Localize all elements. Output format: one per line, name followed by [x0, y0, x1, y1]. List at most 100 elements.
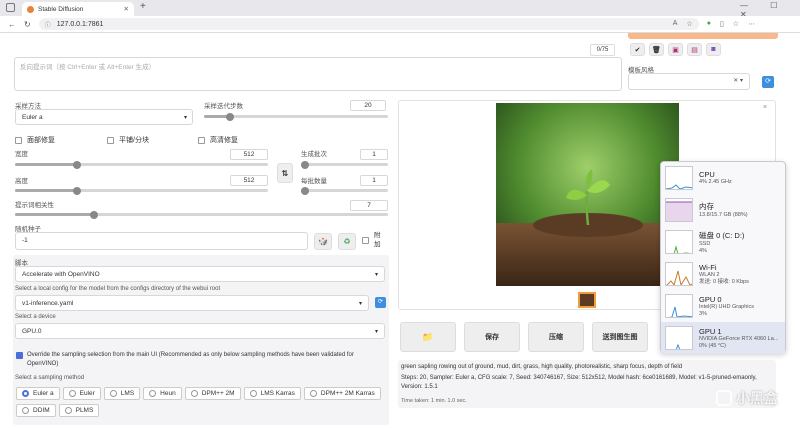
collections-icon[interactable]: ☆ — [733, 20, 739, 28]
new-tab-icon[interactable]: + — [140, 1, 146, 12]
negative-prompt-input[interactable]: 反向提示词（按 Ctrl+Enter 或 Alt+Enter 生成） — [14, 57, 622, 91]
reload-icon[interactable]: ↻ — [24, 20, 31, 29]
radio-euler-a[interactable]: Euler a — [16, 387, 60, 400]
address-bar-actions[interactable]: A ☆ — [673, 20, 693, 28]
clipboard-icon[interactable]: ▣ — [668, 43, 683, 56]
tm-gpu0[interactable]: GPU 0 Intel(R) UHD Graphics 3% — [661, 290, 785, 322]
check-hires[interactable]: 高清修复 — [198, 135, 238, 145]
back-icon[interactable]: ← — [8, 20, 16, 29]
tm-title: Wi-Fi — [699, 262, 717, 272]
memory-graph — [665, 198, 693, 222]
checkbox[interactable] — [362, 236, 369, 244]
seed-input[interactable]: -1 — [15, 232, 308, 250]
trash-icon[interactable]: 🗑 — [649, 43, 664, 56]
send-to-img2img-button[interactable]: 送到图生图 — [592, 322, 648, 352]
checkbox[interactable] — [15, 136, 22, 144]
cfg-input[interactable]: 7 — [350, 200, 388, 211]
height-input[interactable]: 512 — [230, 175, 268, 186]
steps-slider[interactable] — [204, 112, 388, 121]
radio-euler[interactable]: Euler — [62, 387, 101, 400]
sampling-method-radios: Euler a Euler LMS Heun DPM++ 2M LMS Karr… — [16, 387, 388, 417]
disk-graph — [665, 230, 693, 254]
tm-gpu1[interactable]: GPU 1 NVIDIA GeForce RTX 4060 La... 0% (45… — [661, 322, 785, 354]
tm-sub: SSD — [699, 240, 711, 247]
batch-count-slider[interactable] — [301, 160, 388, 169]
favorite-icon[interactable]: ☆ — [686, 20, 692, 28]
extra-networks-icon[interactable]: ▤ — [687, 43, 702, 56]
check-restore-faces[interactable]: 面部修复 — [15, 135, 55, 145]
radio-ddim[interactable]: DDIM — [16, 404, 56, 417]
radio-label: DPM++ 2M Karras — [320, 390, 375, 397]
tm-disk[interactable]: 磁盘 0 (C: D:) SSD 4% — [661, 226, 785, 258]
close-tab-icon[interactable]: ✕ — [124, 5, 129, 13]
radio-dpm-2m[interactable]: DPM++ 2M — [184, 387, 241, 400]
batch-size-knob[interactable] — [301, 186, 309, 195]
device-hint: Select a device — [15, 314, 56, 320]
menu-icon[interactable]: ⋯ — [748, 20, 755, 28]
script-select[interactable]: Accelerate with OpenVINO ▾ — [15, 266, 385, 282]
zip-button[interactable]: 压缩 — [528, 322, 584, 352]
sampler-select[interactable]: Euler a ▾ — [15, 109, 193, 125]
batch-count-input[interactable]: 1 — [360, 149, 388, 160]
checkbox[interactable] — [107, 136, 114, 144]
radio-dot — [149, 390, 157, 397]
batch-size-slider[interactable] — [301, 186, 388, 195]
generated-image[interactable] — [496, 103, 679, 286]
style-select[interactable]: ✕ ▾ — [628, 73, 750, 90]
browser-toolbar: ← ↻ ⓘ 127.0.0.1:7861 A ☆ ● ▯ ☆ ⋯ — [0, 16, 800, 33]
radio-label: Heun — [160, 390, 176, 397]
swap-dimensions-icon[interactable]: ⇅ — [277, 163, 293, 183]
extra-seed-checkbox[interactable]: 附加 — [362, 231, 384, 249]
radio-plms[interactable]: PLMS — [58, 404, 100, 417]
radio-label: Euler a — [33, 390, 54, 397]
tm-memory[interactable]: 内存 13.8/15.7 GB (88%) — [661, 194, 785, 226]
close-gallery-icon[interactable]: × — [763, 104, 767, 111]
image-thumbnail[interactable] — [578, 292, 596, 308]
address-bar[interactable]: ⓘ 127.0.0.1:7861 A ☆ — [38, 18, 699, 30]
height-slider[interactable] — [15, 186, 268, 195]
steps-input[interactable]: 20 — [350, 100, 386, 111]
steps-slider-knob[interactable] — [226, 112, 235, 121]
batch-count-knob[interactable] — [301, 160, 309, 169]
browser-tab[interactable]: Stable Diffusion ✕ — [22, 2, 134, 16]
favicon-icon — [27, 5, 34, 13]
reuse-seed-icon[interactable]: ♻ — [338, 233, 356, 250]
tm-cpu[interactable]: CPU 4% 2.45 GHz — [661, 162, 785, 194]
open-folder-icon[interactable]: 📁 — [400, 322, 456, 352]
cfg-slider-knob[interactable] — [89, 210, 98, 219]
width-slider-knob[interactable] — [73, 160, 82, 169]
chevron-down-icon: ▾ — [374, 329, 378, 335]
width-slider[interactable] — [15, 160, 268, 169]
read-aloud-icon[interactable]: A — [673, 20, 678, 28]
batch-size-input[interactable]: 1 — [360, 175, 388, 186]
radio-lms[interactable]: LMS — [103, 387, 141, 400]
check-tiling[interactable]: 平铺/分块 — [107, 135, 149, 145]
radio-heun[interactable]: Heun — [143, 387, 182, 400]
tab-actions-icon[interactable] — [6, 3, 15, 12]
time-taken: Time taken: 1 min. 1.0 sec. — [401, 398, 467, 404]
cfg-slider[interactable] — [15, 210, 388, 219]
checkbox[interactable] — [198, 136, 205, 144]
radio-dot — [109, 390, 117, 397]
radio-dpm-2m-karras[interactable]: DPM++ 2M Karras — [303, 387, 381, 400]
refresh-styles-icon[interactable]: ⟳ — [762, 76, 774, 88]
split-screen-icon[interactable]: ▯ — [720, 20, 724, 28]
radio-lms-karras[interactable]: LMS Karras — [243, 387, 301, 400]
width-input[interactable]: 512 — [230, 149, 268, 160]
device-select[interactable]: GPU.0 ▾ — [15, 323, 385, 339]
checkbox[interactable] — [16, 352, 23, 359]
height-slider-knob[interactable] — [73, 186, 82, 195]
config-select[interactable]: v1-inference.yaml ▾ — [15, 295, 369, 311]
refresh-config-icon[interactable]: ⟳ — [375, 297, 386, 308]
extension-icon[interactable]: ● — [707, 20, 711, 28]
save-style-icon[interactable]: ◙ — [706, 43, 721, 56]
save-button[interactable]: 保存 — [464, 322, 520, 352]
watermark-logo-icon — [716, 390, 732, 406]
tm-title: 磁盘 0 (C: D:) — [699, 230, 745, 240]
radio-label: PLMS — [75, 407, 94, 414]
apply-style-icon[interactable]: ✔ — [630, 43, 645, 56]
tm-wifi[interactable]: Wi-Fi WLAN 2 发送: 0 接收: 0 Kbps — [661, 258, 785, 290]
random-seed-icon[interactable]: 🎲 — [314, 233, 332, 250]
sampling-hint: Select a sampling method — [15, 375, 85, 381]
generate-button[interactable] — [628, 33, 778, 39]
